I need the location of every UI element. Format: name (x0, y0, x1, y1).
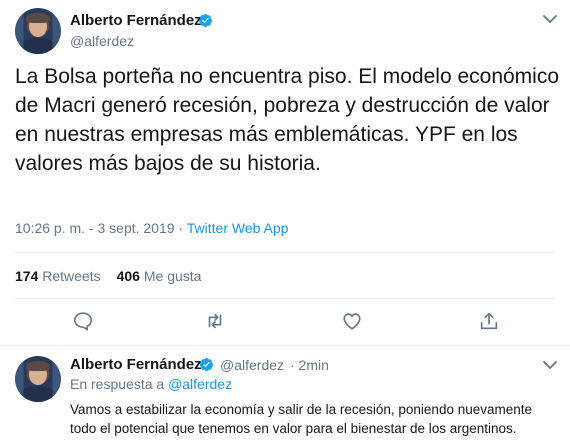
author-handle[interactable]: @alferdez (220, 357, 284, 373)
avatar[interactable] (15, 8, 61, 54)
verified-badge-icon (198, 13, 213, 28)
source-link[interactable]: Twitter Web App (187, 220, 289, 236)
author-name[interactable]: Alberto Fernández (70, 12, 202, 29)
chevron-down-icon[interactable] (543, 360, 557, 370)
reply-time[interactable]: · 2min (290, 357, 329, 373)
retweets-label: Retweets (42, 268, 101, 284)
like-icon (343, 313, 361, 330)
chevron-down-icon[interactable] (543, 14, 557, 24)
share-icon (480, 312, 498, 330)
divider (15, 252, 555, 253)
reply-tweet[interactable]: Alberto Fernández @alferdez · 2min En re… (0, 346, 570, 444)
tweet-actions (0, 310, 570, 338)
share-button[interactable] (478, 310, 502, 334)
reply-icon (73, 312, 93, 331)
in-reply-handle[interactable]: @alferdez (168, 376, 232, 392)
tweet-stats: 174 Retweets 406 Me gusta (15, 268, 201, 284)
meta-separator: · (174, 220, 187, 236)
retweet-icon (208, 313, 222, 329)
in-reply-to: En respuesta a @alferdez (70, 376, 232, 392)
in-reply-prefix: En respuesta a (70, 376, 165, 392)
retweets-count: 174 (15, 268, 39, 284)
retweets-stat[interactable]: 174 Retweets (15, 268, 101, 284)
timestamp[interactable]: 10:26 p. m. - 3 sept. 2019 (15, 220, 175, 236)
avatar[interactable] (15, 356, 61, 402)
author-name[interactable]: Alberto Fernández (70, 356, 202, 373)
tweet-text: La Bolsa porteña no encuentra piso. El m… (15, 65, 560, 175)
reply-text: Vamos a estabilizar la economía y salir … (70, 402, 533, 436)
likes-count: 406 (116, 268, 140, 284)
reply-button[interactable] (72, 310, 96, 334)
tweet-meta: 10:26 p. m. - 3 sept. 2019 · Twitter Web… (15, 220, 288, 236)
verified-badge-icon (199, 357, 214, 372)
divider (15, 298, 555, 299)
retweet-button[interactable] (204, 310, 228, 334)
likes-label: Me gusta (143, 268, 202, 284)
like-button[interactable] (341, 310, 365, 334)
author-handle[interactable]: @alferdez (70, 33, 134, 49)
main-tweet: Alberto Fernández @alferdez La Bolsa por… (0, 0, 570, 345)
likes-stat[interactable]: 406 Me gusta (117, 268, 202, 284)
